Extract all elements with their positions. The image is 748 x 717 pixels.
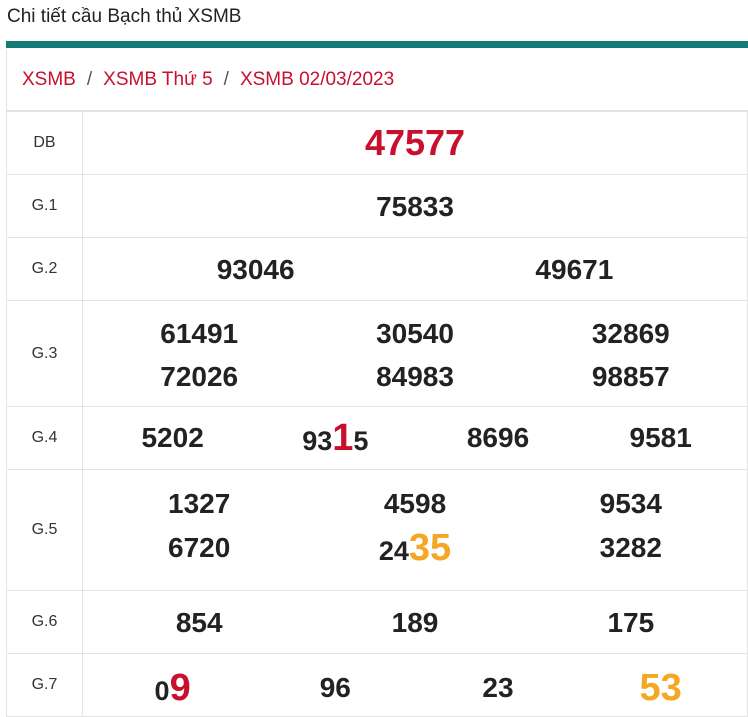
prize-number: 23 bbox=[482, 672, 514, 704]
prize-number: 6720 bbox=[168, 532, 231, 563]
prize-values: 854 189 175 bbox=[82, 590, 748, 654]
highlight-digit: 1 bbox=[332, 417, 354, 459]
prize-number-highlighted: 09 bbox=[154, 667, 191, 710]
prize-number: 5202 bbox=[141, 422, 204, 453]
prize-values: 5202 9315 8696 9581 bbox=[82, 406, 748, 470]
highlight-digit: 9 bbox=[169, 667, 191, 710]
highlight-digits: 53 bbox=[639, 667, 682, 710]
prize-row-g4: G.4 5202 9315 8696 9581 bbox=[6, 406, 748, 470]
breadcrumb-separator: / bbox=[86, 68, 93, 90]
prize-row-db: DB 47577 bbox=[6, 111, 748, 175]
prize-row-g3: G.3 61491 30540 32869 72026 84983 98857 bbox=[6, 300, 748, 407]
prize-label: DB bbox=[6, 111, 83, 175]
prize-number: 75833 bbox=[376, 191, 454, 223]
prize-label: G.4 bbox=[6, 406, 83, 470]
prize-number-highlighted: 2435 bbox=[378, 527, 452, 569]
prize-label: G.1 bbox=[6, 174, 83, 238]
prize-number: 9534 bbox=[599, 487, 662, 519]
prize-values: 1327 4598 9534 6720 2435 3282 bbox=[82, 469, 748, 591]
prize-number: 3282 bbox=[599, 532, 662, 563]
prize-number: 32869 bbox=[591, 317, 670, 349]
prize-number-highlighted: 9315 bbox=[302, 417, 369, 459]
prize-number: 93046 bbox=[216, 254, 295, 286]
prize-number: 96 bbox=[319, 672, 351, 704]
prize-number: 98857 bbox=[591, 360, 670, 392]
prize-values: 09 96 23 53 bbox=[82, 653, 748, 717]
breadcrumb: XSMB / XSMB Thứ 5 / XSMB 02/03/2023 bbox=[6, 49, 748, 111]
results-table: DB 47577 G.1 75833 G.2 93046 49671 G.3 6… bbox=[6, 111, 748, 717]
prize-number: 175 bbox=[607, 607, 655, 639]
prize-number-highlighted: 53 bbox=[640, 669, 682, 707]
prize-number: 49671 bbox=[535, 254, 614, 286]
breadcrumb-separator: / bbox=[223, 68, 229, 90]
prize-number: 9581 bbox=[629, 422, 692, 453]
prize-number: 30540 bbox=[376, 317, 454, 349]
prize-values: 47577 bbox=[82, 111, 748, 175]
prize-row-g7: G.7 09 96 23 53 bbox=[6, 653, 748, 717]
prize-number: 1327 bbox=[168, 487, 231, 519]
prize-values: 75833 bbox=[82, 174, 748, 238]
prize-number: 84983 bbox=[376, 360, 454, 392]
prize-number: 854 bbox=[175, 607, 223, 639]
breadcrumb-xsmb-thu-5[interactable]: XSMB Thứ 5 bbox=[103, 69, 213, 91]
prize-label: G.2 bbox=[6, 237, 83, 301]
breadcrumb-xsmb[interactable]: XSMB bbox=[22, 69, 76, 91]
prize-label: G.5 bbox=[6, 469, 83, 591]
prize-number: 72026 bbox=[160, 360, 239, 392]
prize-label: G.7 bbox=[6, 653, 83, 717]
breadcrumb-xsmb-date[interactable]: XSMB 02/03/2023 bbox=[240, 69, 394, 91]
title-accent-bar bbox=[6, 41, 748, 48]
highlight-digits: 35 bbox=[408, 527, 452, 569]
prize-row-g1: G.1 75833 bbox=[6, 174, 748, 238]
prize-label: G.6 bbox=[6, 590, 83, 654]
prize-number-db: 47577 bbox=[364, 122, 466, 163]
prize-row-g2: G.2 93046 49671 bbox=[6, 237, 748, 301]
prize-values: 93046 49671 bbox=[82, 237, 748, 301]
prize-number: 61491 bbox=[160, 317, 239, 349]
prize-values: 61491 30540 32869 72026 84983 98857 bbox=[82, 300, 748, 407]
prize-number: 189 bbox=[391, 607, 439, 639]
prize-row-g5: G.5 1327 4598 9534 6720 2435 3282 bbox=[6, 469, 748, 591]
prize-number: 4598 bbox=[383, 487, 447, 519]
page-title: Chi tiết cầu Bạch thủ XSMB bbox=[7, 6, 242, 27]
prize-number: 8696 bbox=[466, 422, 530, 453]
prize-label: G.3 bbox=[6, 300, 83, 407]
prize-row-g6: G.6 854 189 175 bbox=[6, 590, 748, 654]
